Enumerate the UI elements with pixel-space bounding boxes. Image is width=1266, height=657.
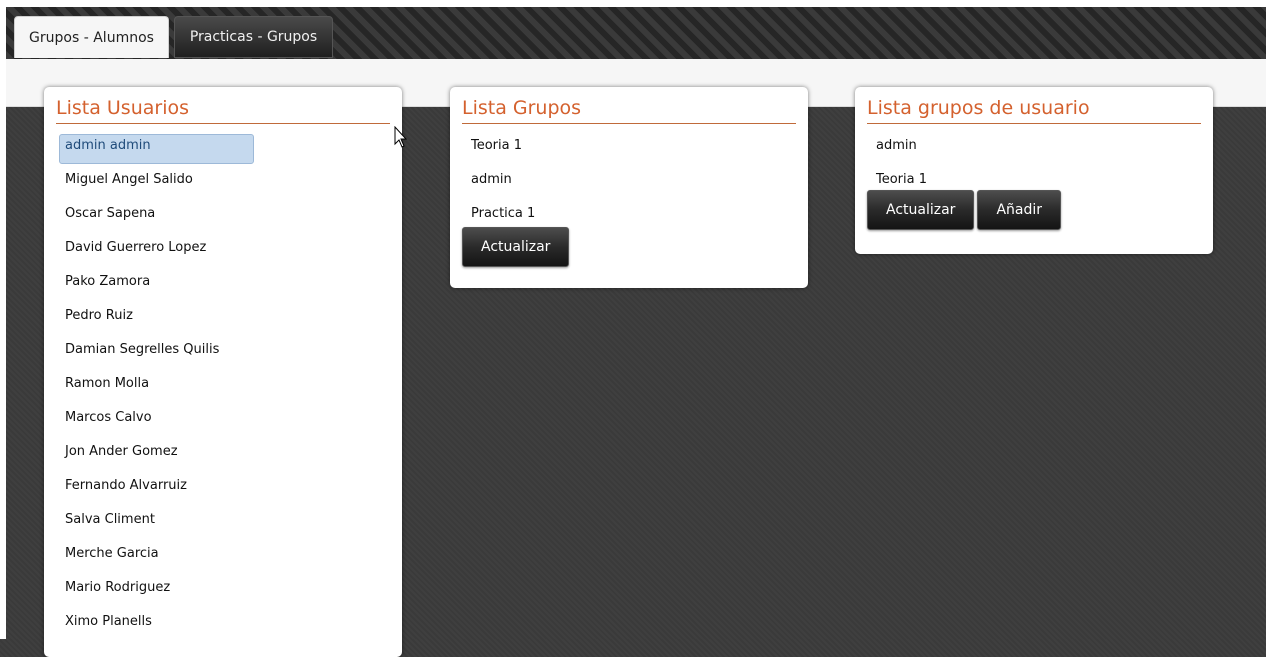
list-item[interactable]: David Guerrero Lopez bbox=[56, 236, 390, 270]
actualizar-button[interactable]: Actualizar bbox=[462, 227, 570, 267]
list-item[interactable]: Jon Ander Gomez bbox=[56, 440, 390, 474]
list-item[interactable]: Oscar Sapena bbox=[56, 202, 390, 236]
panel-title: Lista grupos de usuario bbox=[867, 95, 1201, 124]
list-item[interactable]: admin bbox=[462, 168, 796, 202]
list-item[interactable]: admin admin bbox=[59, 134, 254, 164]
actualizar-button[interactable]: Actualizar bbox=[867, 190, 975, 230]
tab-grupos-alumnos[interactable]: Grupos - Alumnos bbox=[14, 16, 169, 58]
list-item[interactable]: admin bbox=[867, 134, 1201, 168]
panel-title: Lista Usuarios bbox=[56, 95, 390, 124]
list-item[interactable]: Ramon Molla bbox=[56, 372, 390, 406]
list-item[interactable]: Mario Rodriguez bbox=[56, 576, 390, 610]
anadir-button[interactable]: Añadir bbox=[977, 190, 1061, 230]
group-list: Teoria 1 admin Practica 1 bbox=[462, 134, 796, 236]
list-item[interactable]: Miguel Angel Salido bbox=[56, 168, 390, 202]
list-item[interactable]: Pako Zamora bbox=[56, 270, 390, 304]
user-list: admin admin Miguel Angel Salido Oscar Sa… bbox=[56, 134, 390, 644]
list-item[interactable]: Salva Climent bbox=[56, 508, 390, 542]
list-item[interactable]: Marcos Calvo bbox=[56, 406, 390, 440]
panel-lista-grupos: Lista Grupos Teoria 1 admin Practica 1 A… bbox=[450, 87, 808, 288]
list-item[interactable]: Merche Garcia bbox=[56, 542, 390, 576]
list-item[interactable]: Damian Segrelles Quilis bbox=[56, 338, 390, 372]
panel-lista-grupos-usuario: Lista grupos de usuario admin Teoria 1 A… bbox=[855, 87, 1213, 254]
panel-title: Lista Grupos bbox=[462, 95, 796, 124]
list-item[interactable]: Fernando Alvarruiz bbox=[56, 474, 390, 508]
tab-practicas-grupos[interactable]: Practicas - Grupos bbox=[174, 16, 333, 58]
list-item[interactable]: Teoria 1 bbox=[462, 134, 796, 168]
list-item[interactable]: Pedro Ruiz bbox=[56, 304, 390, 338]
window-top-edge bbox=[0, 0, 1266, 7]
mouse-pointer-icon bbox=[394, 126, 408, 148]
panel-lista-usuarios: Lista Usuarios admin admin Miguel Angel … bbox=[44, 87, 402, 657]
